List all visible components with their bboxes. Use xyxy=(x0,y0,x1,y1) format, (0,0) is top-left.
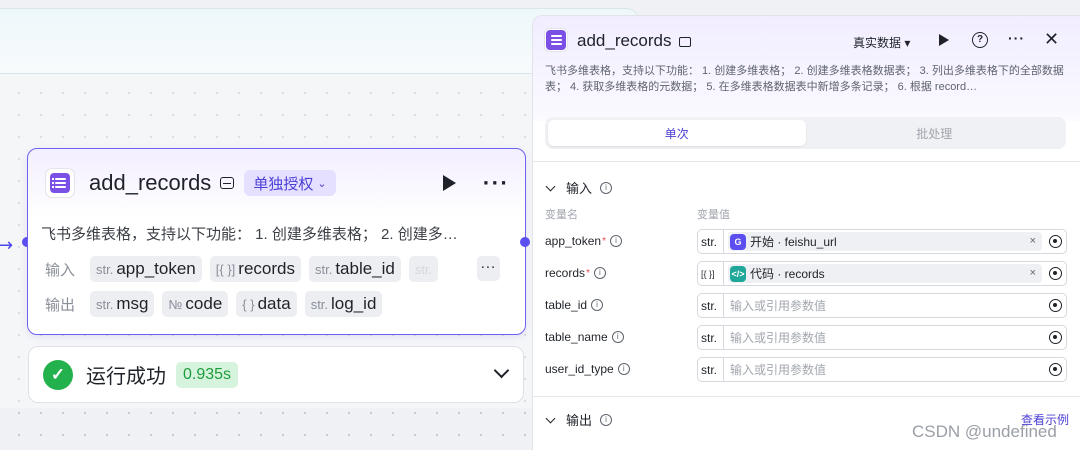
chevron-down-icon xyxy=(545,413,556,423)
info-icon: i xyxy=(600,413,613,426)
more-icon[interactable]: ··· xyxy=(482,173,509,194)
plugin-node-card[interactable]: add_records 单独授权 ⌄ ··· 飞书多维表格，支持以下功能： 1.… xyxy=(27,148,526,335)
panel-header: add_records 真实数据 ▾ ? ··· ✕ 飞书多维表格，支持以下功能… xyxy=(533,16,1080,121)
chevron-down-icon[interactable] xyxy=(493,362,510,379)
watermark: CSDN @undefined xyxy=(912,422,1057,441)
chevron-down-icon: ⌄ xyxy=(317,177,327,190)
reference-picker-icon[interactable] xyxy=(1049,363,1062,376)
info-icon: i xyxy=(600,181,613,194)
canvas-area xyxy=(0,408,532,450)
param-value-field[interactable]: str. 输入或引用参数值 xyxy=(697,293,1067,318)
reference-picker-icon[interactable] xyxy=(1049,235,1062,248)
start-icon: G xyxy=(730,233,746,250)
param-value-field[interactable]: [{ }] </> 代码 · records × xyxy=(697,261,1067,286)
run-duration: 0.935s xyxy=(176,361,239,388)
info-icon: i xyxy=(593,267,606,279)
input-section-toggle[interactable]: 输入 i xyxy=(545,178,613,197)
node-inputs: 输入 str. app_token [{ }] records str. table_… xyxy=(45,256,446,282)
output-tag: № code xyxy=(162,291,229,317)
help-icon[interactable]: ? xyxy=(972,32,988,48)
reference-chip[interactable]: </> 代码 · records × xyxy=(728,264,1042,283)
info-icon: i xyxy=(617,363,630,375)
param-value-field[interactable]: str. G 开始 · feishu_url × xyxy=(697,229,1067,254)
input-tag: [{ }] records xyxy=(209,256,301,282)
run-status: 运行成功 xyxy=(86,366,166,388)
more-icon[interactable]: ··· xyxy=(1008,30,1025,46)
data-mode-dropdown[interactable]: 真实数据 ▾ xyxy=(853,34,910,51)
auth-dropdown[interactable]: 单独授权 ⌄ xyxy=(244,170,336,196)
param-name: table_id i xyxy=(545,298,604,312)
table-icon xyxy=(545,29,569,53)
tab-single[interactable]: 单次 xyxy=(548,120,806,146)
divider xyxy=(533,396,1080,397)
chevron-down-icon xyxy=(545,181,556,191)
info-icon: i xyxy=(591,299,604,311)
arrow-right-icon: → xyxy=(0,235,14,256)
col-variable-name: 变量名 xyxy=(545,209,578,221)
param-name: user_id_type i xyxy=(545,362,630,376)
info-icon: i xyxy=(611,331,624,343)
reference-picker-icon[interactable] xyxy=(1049,331,1062,344)
inputs-label: 输入 xyxy=(45,261,76,279)
run-mode-tabs: 单次 批处理 xyxy=(545,117,1066,149)
node-description: 飞书多维表格，支持以下功能： 1. 创建多维表格； 2. 创建多… xyxy=(41,226,458,243)
plugin-icon xyxy=(220,177,235,189)
auth-label: 单独授权 xyxy=(253,175,314,193)
param-value-field[interactable]: str. 输入或引用参数值 xyxy=(697,357,1067,382)
outputs-label: 输出 xyxy=(45,296,76,314)
param-name: app_token * i xyxy=(545,234,622,248)
reference-picker-icon[interactable] xyxy=(1049,267,1062,280)
node-outputs: 输出 str. msg № code { } data str. log_id xyxy=(45,291,390,317)
col-variable-value: 变量值 xyxy=(697,209,730,221)
node-title: add_records xyxy=(89,170,212,195)
panel-title: add_records xyxy=(577,31,672,50)
output-tag: { } data xyxy=(236,291,297,317)
code-icon: </> xyxy=(730,265,746,282)
more-inputs-button[interactable]: ··· xyxy=(477,256,500,281)
output-tag: str. log_id xyxy=(304,291,383,317)
table-icon xyxy=(45,168,75,198)
run-result-bar[interactable]: ✓ 运行成功 0.935s xyxy=(28,346,524,403)
output-tag: str. msg xyxy=(90,291,155,317)
param-name: records * i xyxy=(545,266,606,280)
reference-chip[interactable]: G 开始 · feishu_url × xyxy=(728,232,1042,251)
close-icon[interactable]: ✕ xyxy=(1044,29,1059,50)
input-tag: str. table_id xyxy=(308,256,401,282)
output-section-toggle[interactable]: 输出 i xyxy=(545,410,613,429)
clear-icon[interactable]: × xyxy=(1030,267,1036,279)
reference-picker-icon[interactable] xyxy=(1049,299,1062,312)
divider xyxy=(533,161,1080,162)
output-section-title: 输出 xyxy=(566,413,593,428)
input-tag: str. xyxy=(408,256,439,282)
param-name: table_name i xyxy=(545,330,624,344)
input-section-title: 输入 xyxy=(566,181,593,196)
info-icon: i xyxy=(609,235,622,247)
plugin-icon xyxy=(679,37,691,47)
clear-icon[interactable]: × xyxy=(1030,235,1036,247)
panel-description: 飞书多维表格，支持以下功能： 1. 创建多维表格； 2. 创建多维表格数据表； … xyxy=(545,65,1064,93)
tab-batch[interactable]: 批处理 xyxy=(806,120,1064,146)
output-port[interactable] xyxy=(520,237,530,247)
run-icon[interactable] xyxy=(939,34,949,46)
check-circle-icon: ✓ xyxy=(43,359,73,390)
run-icon[interactable] xyxy=(443,175,457,191)
test-run-panel: add_records 真实数据 ▾ ? ··· ✕ 飞书多维表格，支持以下功能… xyxy=(532,15,1080,450)
param-value-field[interactable]: str. 输入或引用参数值 xyxy=(697,325,1067,350)
input-tag: str. app_token xyxy=(90,256,202,282)
